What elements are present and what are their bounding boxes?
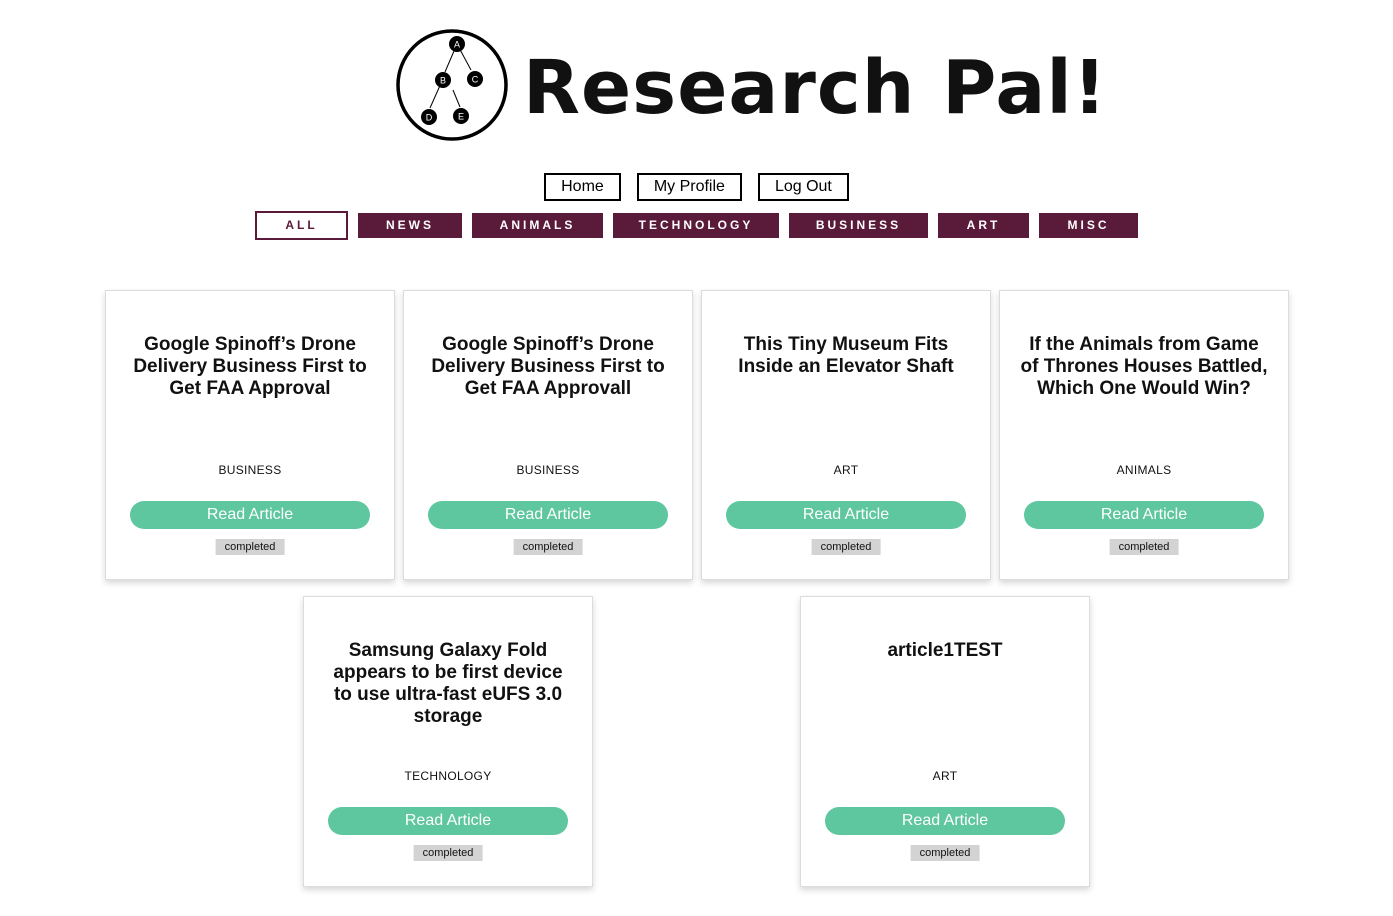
article-title: This Tiny Museum Fits Inside an Elevator… [738, 334, 954, 377]
status-badge: completed [1109, 539, 1179, 555]
logo-node-a: A [454, 40, 460, 50]
top-nav: Home My Profile Log Out [0, 173, 1393, 201]
page: A B C D E Research Pal! Home My Profile … [0, 0, 1393, 916]
category-animals[interactable]: ANIMALS [472, 213, 603, 238]
read-article-button[interactable]: Read Article [1024, 501, 1264, 529]
status-badge: completed [811, 539, 881, 555]
category-misc[interactable]: MISC [1039, 213, 1138, 238]
article-card: If the Animals from Game of Thrones Hous… [999, 290, 1289, 580]
log-out-button[interactable]: Log Out [757, 173, 849, 201]
article-title: If the Animals from Game of Thrones Hous… [1020, 334, 1268, 399]
article-card: article1TEST ART Read Article completed [800, 596, 1090, 887]
status-badge: completed [910, 845, 980, 861]
article-title: Google Spinoff’s Drone Delivery Business… [431, 334, 665, 399]
category-news[interactable]: NEWS [358, 213, 462, 238]
read-article-button[interactable]: Read Article [726, 501, 966, 529]
read-article-button[interactable]: Read Article [825, 807, 1065, 835]
article-card: Samsung Galaxy Fold appears to be first … [303, 596, 593, 887]
category-technology[interactable]: TECHNOLOGY [613, 213, 779, 238]
status-badge: completed [513, 539, 583, 555]
article-title: Samsung Galaxy Fold appears to be first … [333, 640, 563, 727]
category-business[interactable]: BUSINESS [789, 213, 928, 238]
article-category: ANIMALS [1116, 463, 1172, 477]
article-card: This Tiny Museum Fits Inside an Elevator… [701, 290, 991, 580]
logo-node-c: C [472, 75, 479, 85]
article-category: ART [932, 769, 958, 783]
status-badge: completed [215, 539, 285, 555]
article-card: Google Spinoff’s Drone Delivery Business… [105, 290, 395, 580]
read-article-button[interactable]: Read Article [428, 501, 668, 529]
home-button[interactable]: Home [544, 173, 621, 201]
app-logo[interactable]: A B C D E Research Pal! [395, 28, 1107, 142]
category-all[interactable]: ALL [255, 211, 348, 240]
article-title: Google Spinoff’s Drone Delivery Business… [133, 334, 367, 399]
article-category: BUSINESS [218, 463, 282, 477]
category-filter-bar: ALL NEWS ANIMALS TECHNOLOGY BUSINESS ART… [255, 211, 1138, 240]
my-profile-button[interactable]: My Profile [636, 173, 742, 201]
logo-node-b: B [440, 76, 446, 86]
read-article-button[interactable]: Read Article [130, 501, 370, 529]
article-category: BUSINESS [516, 463, 580, 477]
status-badge: completed [413, 845, 483, 861]
category-art[interactable]: ART [938, 213, 1029, 238]
logo-node-d: D [426, 113, 433, 123]
article-title: article1TEST [887, 640, 1003, 661]
article-category: TECHNOLOGY [404, 769, 492, 783]
article-card: Google Spinoff’s Drone Delivery Business… [403, 290, 693, 580]
logo-node-e: E [458, 112, 464, 122]
tree-logo-icon: A B C D E [396, 29, 508, 141]
app-title: Research Pal! [523, 45, 1108, 131]
article-category: ART [833, 463, 859, 477]
read-article-button[interactable]: Read Article [328, 807, 568, 835]
